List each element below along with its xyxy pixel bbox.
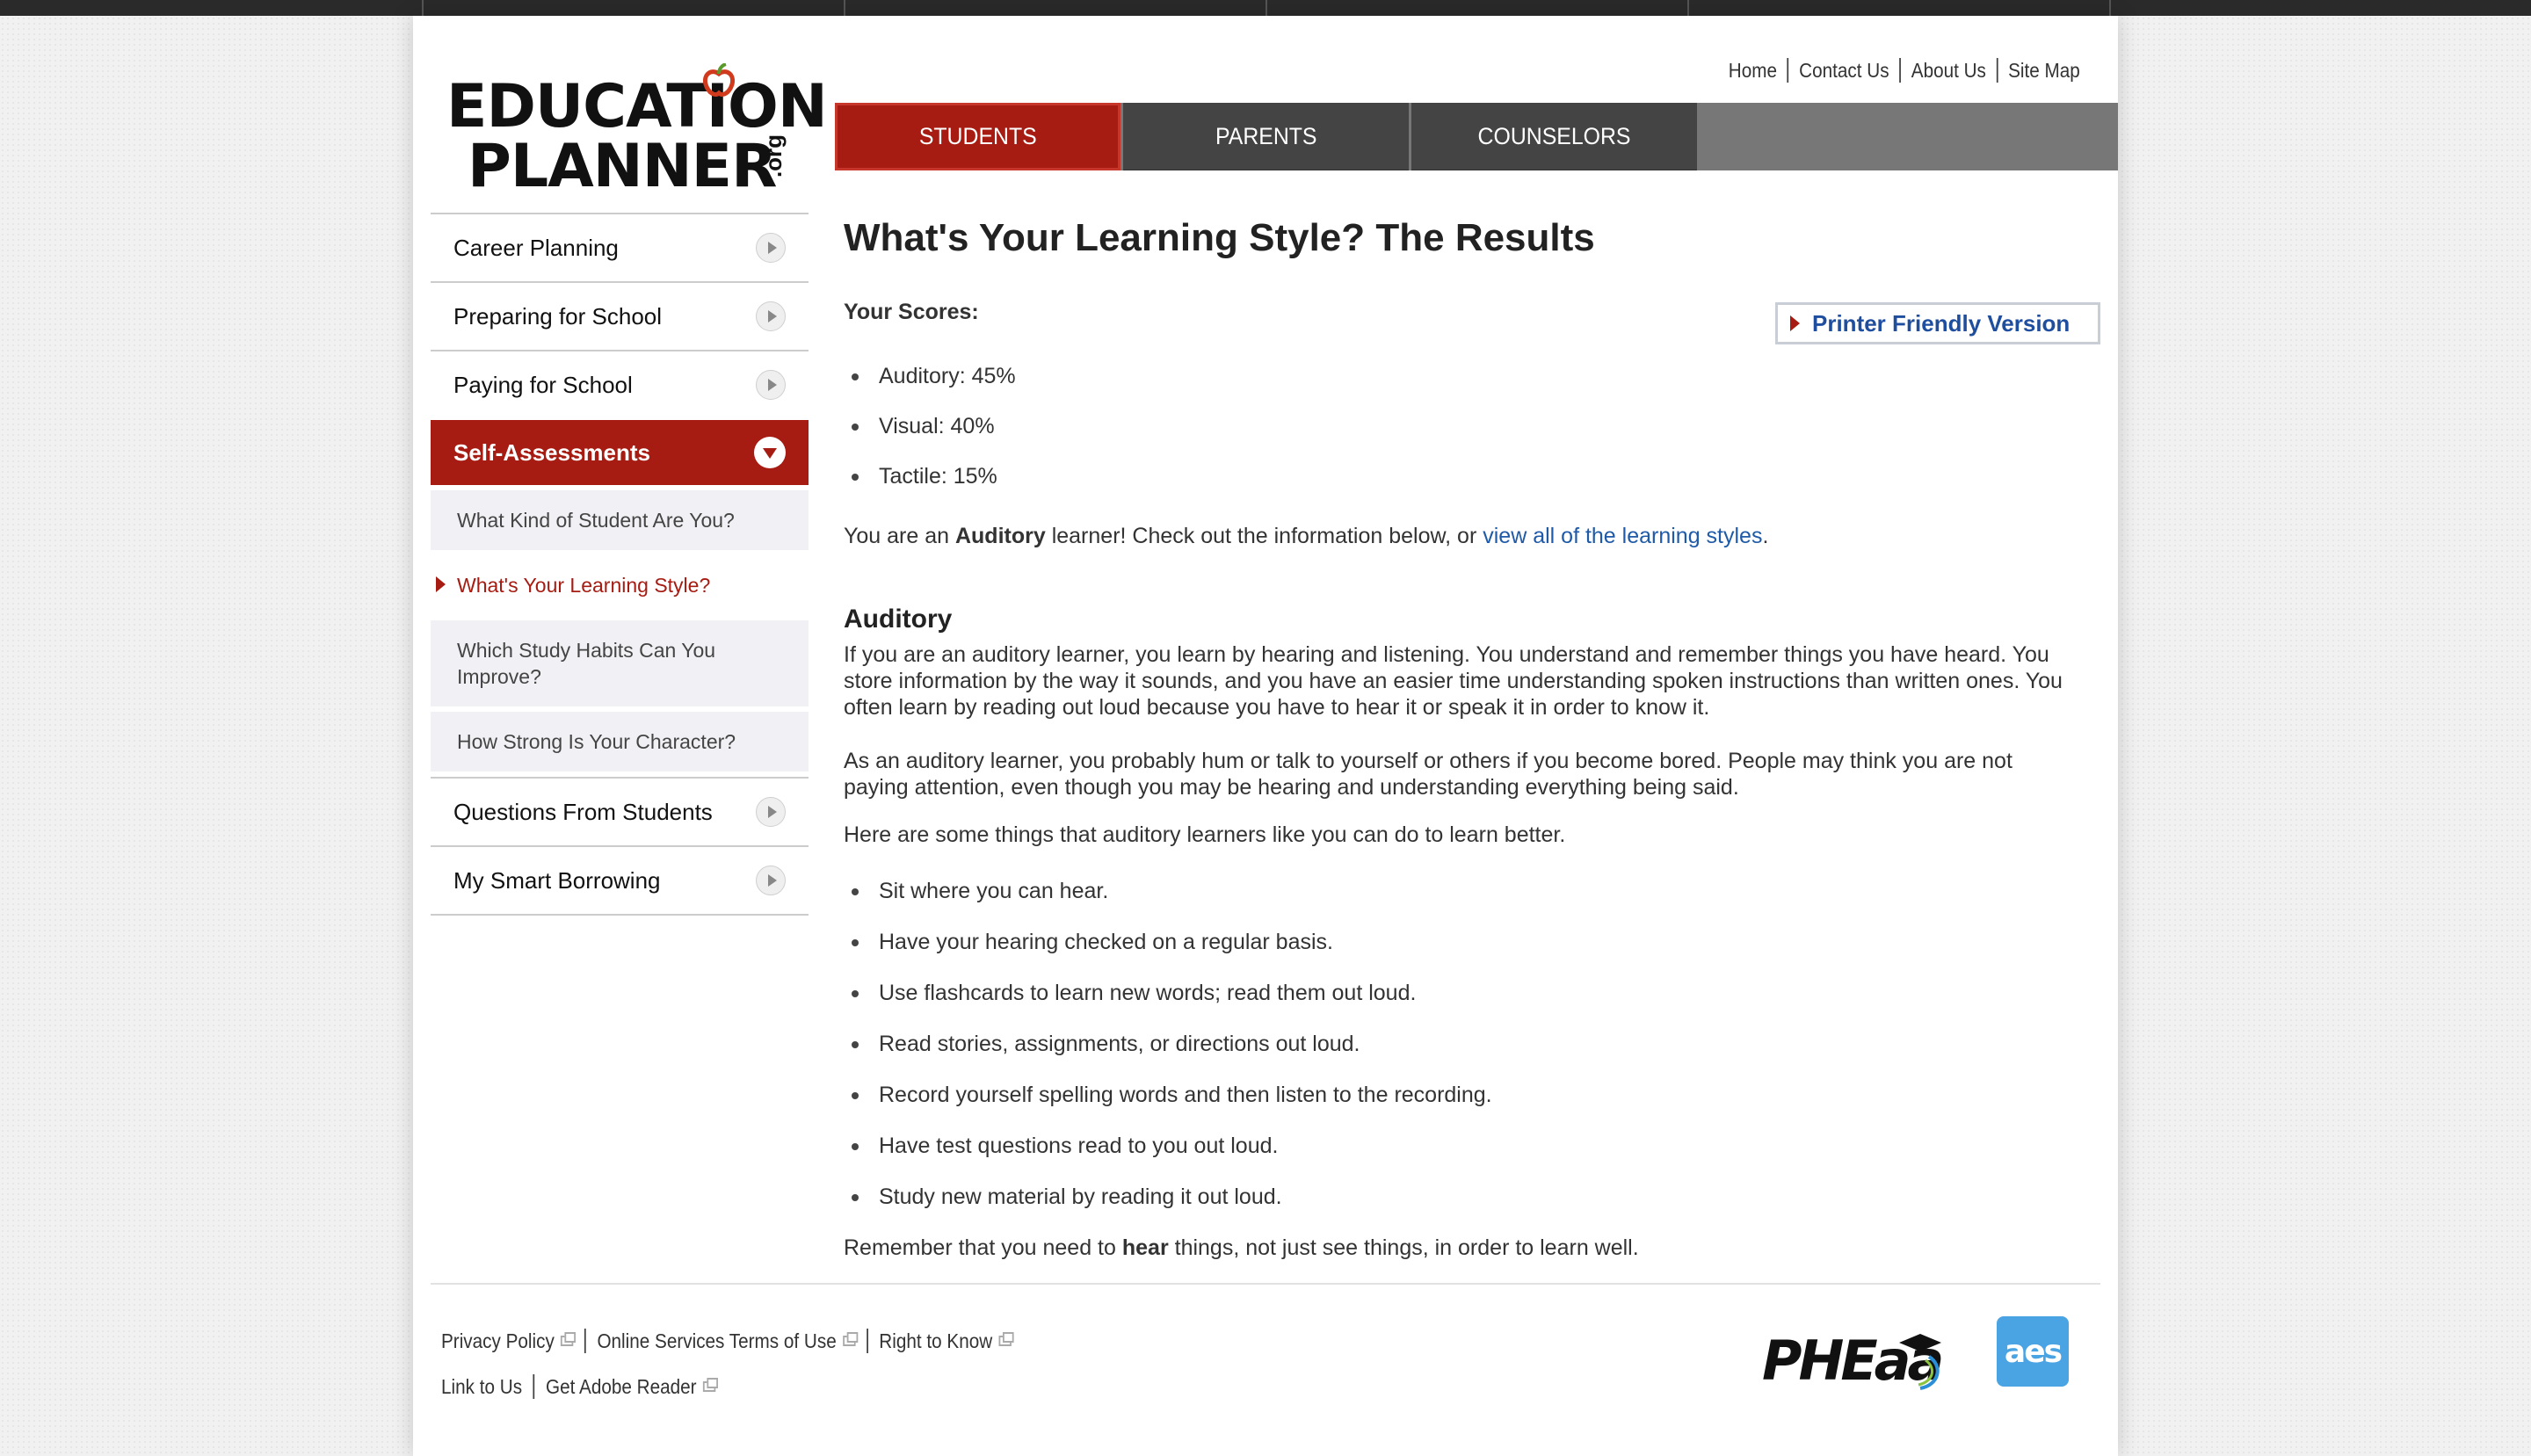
closing-prefix: Remember that you need to xyxy=(844,1235,1122,1260)
sidebar-item-questions-from-students[interactable]: Questions From Students xyxy=(431,777,809,845)
footer-link-adobe-reader[interactable]: Get Adobe Reader xyxy=(533,1374,727,1399)
utility-nav: Home Contact Us About Us Site Map xyxy=(1718,54,2090,86)
play-arrow-icon xyxy=(1790,315,1800,331)
util-link-sitemap[interactable]: Site Map xyxy=(1996,58,2090,83)
tip-item: Use flashcards to learn new words; read … xyxy=(844,978,1492,1029)
paragraph-2: As an auditory learner, you probably hum… xyxy=(844,749,2012,800)
footer-divider xyxy=(431,1283,2100,1285)
util-link-home[interactable]: Home xyxy=(1718,58,1788,83)
tab-counselors-label: COUNSELORS xyxy=(1477,122,1631,149)
sidebar-subitem-label: What's Your Learning Style? xyxy=(457,574,711,597)
printer-friendly-label: Printer Friendly Version xyxy=(1812,309,2070,337)
footer-link-link-to-us[interactable]: Link to Us xyxy=(441,1374,533,1399)
closing-text: Remember that you need to hear things, n… xyxy=(844,1235,2074,1261)
aes-logo[interactable]: aes xyxy=(1997,1316,2069,1387)
browser-tab-strip xyxy=(0,0,2531,16)
sidebar-item-label: Paying for School xyxy=(453,371,633,398)
result-text: You are an Auditory learner! Check out t… xyxy=(844,524,1768,549)
closing-suffix: things, not just see things, in order to… xyxy=(1168,1235,1639,1260)
page-container: EDUCATION PLANNER .org Home Contact Us A… xyxy=(413,16,2118,1456)
external-window-icon xyxy=(998,1332,1014,1346)
tab-counselors[interactable]: COUNSELORS xyxy=(1411,103,1697,170)
tab-students-label: STUDENTS xyxy=(918,123,1037,149)
tip-item: Study new material by reading it out lou… xyxy=(844,1182,1492,1233)
page-title: What's Your Learning Style? The Results xyxy=(844,216,1595,259)
footer-link-terms[interactable]: Online Services Terms of Use xyxy=(584,1329,867,1353)
footer-link-label: Online Services Terms of Use xyxy=(597,1329,837,1352)
footer-link-label: Privacy Policy xyxy=(441,1329,555,1352)
tip-item: Have test questions read to you out loud… xyxy=(844,1131,1492,1182)
external-window-icon xyxy=(842,1332,859,1346)
tip-item: Have your hearing checked on a regular b… xyxy=(844,927,1492,978)
footer-links-row1: Privacy Policy Online Services Terms of … xyxy=(441,1329,1022,1353)
util-link-about[interactable]: About Us xyxy=(1898,58,1996,83)
sidebar-item-label: Career Planning xyxy=(453,234,619,261)
closing-bold: hear xyxy=(1121,1235,1169,1260)
tip-item: Sit where you can hear. xyxy=(844,876,1492,927)
sidebar-item-paying-for-school[interactable]: Paying for School xyxy=(431,350,809,418)
paragraph-1: If you are an auditory learner, you lear… xyxy=(844,642,2063,720)
score-item: Visual: 40% xyxy=(844,411,1016,461)
result-style: Auditory xyxy=(954,524,1046,548)
sidebar-item-label: Self-Assessments xyxy=(453,438,650,466)
score-item: Tactile: 15% xyxy=(844,461,1016,511)
external-window-icon xyxy=(702,1378,718,1392)
chevron-right-icon xyxy=(756,301,786,331)
scores-label: Your Scores: xyxy=(844,300,979,324)
sidebar-subitem-label: Which Study Habits Can You Improve? xyxy=(457,639,716,688)
chevron-down-icon xyxy=(754,437,786,468)
tab-parents-label: PARENTS xyxy=(1215,122,1317,149)
sidebar-item-my-smart-borrowing[interactable]: My Smart Borrowing xyxy=(431,845,809,914)
sidebar-subitem-label: What Kind of Student Are You? xyxy=(457,509,735,532)
footer-link-right-to-know[interactable]: Right to Know xyxy=(866,1329,1022,1353)
footer-link-label: Get Adobe Reader xyxy=(546,1375,697,1398)
score-list: Auditory: 45% Visual: 40% Tactile: 15% xyxy=(844,361,1016,511)
util-link-contact[interactable]: Contact Us xyxy=(1787,58,1899,83)
chevron-right-icon xyxy=(756,233,786,263)
sidebar-item-label: Questions From Students xyxy=(453,798,713,825)
apple-icon xyxy=(702,63,736,98)
sidebar-subitem-learning-style[interactable]: What's Your Learning Style? xyxy=(431,555,809,615)
printer-friendly-button[interactable]: Printer Friendly Version xyxy=(1775,302,2100,344)
tab-parents[interactable]: PARENTS xyxy=(1123,103,1409,170)
sidebar-subitem-character[interactable]: How Strong Is Your Character? xyxy=(431,712,809,771)
tip-item: Read stories, assignments, or directions… xyxy=(844,1029,1492,1080)
tips-list: Sit where you can hear. Have your hearin… xyxy=(844,876,1492,1233)
sidebar-subitem-student-type[interactable]: What Kind of Student Are You? xyxy=(431,490,809,550)
sidebar-divider xyxy=(431,914,809,916)
tip-item: Record yourself spelling words and then … xyxy=(844,1080,1492,1131)
sidebar-item-career-planning[interactable]: Career Planning xyxy=(431,213,809,281)
sidebar-item-label: Preparing for School xyxy=(453,302,663,330)
result-suffix: . xyxy=(1762,524,1769,548)
pheaa-logo[interactable]: PHEaa xyxy=(1762,1313,1944,1401)
chevron-right-icon xyxy=(756,797,786,827)
main-nav: STUDENTS PARENTS COUNSELORS xyxy=(835,103,2118,170)
logo-line2: PLANNER xyxy=(468,132,777,201)
sidebar-item-self-assessments[interactable]: Self-Assessments xyxy=(431,420,809,485)
sidebar-subitem-study-habits[interactable]: Which Study Habits Can You Improve? xyxy=(431,620,809,706)
chevron-right-icon xyxy=(756,866,786,895)
score-item: Auditory: 45% xyxy=(844,361,1016,411)
external-window-icon xyxy=(561,1332,577,1346)
footer-link-label: Right to Know xyxy=(879,1329,993,1352)
sidebar-subitem-label: How Strong Is Your Character? xyxy=(457,730,736,753)
graduation-cap-icon xyxy=(1899,1334,1941,1390)
chevron-right-icon xyxy=(756,370,786,400)
sidebar: Career Planning Preparing for School Pay… xyxy=(431,213,809,916)
sidebar-item-label: My Smart Borrowing xyxy=(453,866,661,894)
result-middle: learner! Check out the information below… xyxy=(1045,524,1483,548)
tab-students[interactable]: STUDENTS xyxy=(835,103,1120,170)
paragraph-3: Here are some things that auditory learn… xyxy=(844,822,1566,847)
site-logo[interactable]: EDUCATION PLANNER .org xyxy=(446,62,828,201)
sidebar-item-preparing-for-school[interactable]: Preparing for School xyxy=(431,281,809,350)
result-prefix: You are an xyxy=(844,524,955,548)
view-all-styles-link[interactable]: view all of the learning styles xyxy=(1483,524,1762,548)
footer-link-privacy[interactable]: Privacy Policy xyxy=(441,1329,584,1353)
footer-link-label: Link to Us xyxy=(441,1375,523,1398)
logo-suffix: .org xyxy=(760,134,787,178)
section-heading: Auditory xyxy=(844,605,953,634)
footer-links-row2: Link to Us Get Adobe Reader xyxy=(441,1374,727,1399)
